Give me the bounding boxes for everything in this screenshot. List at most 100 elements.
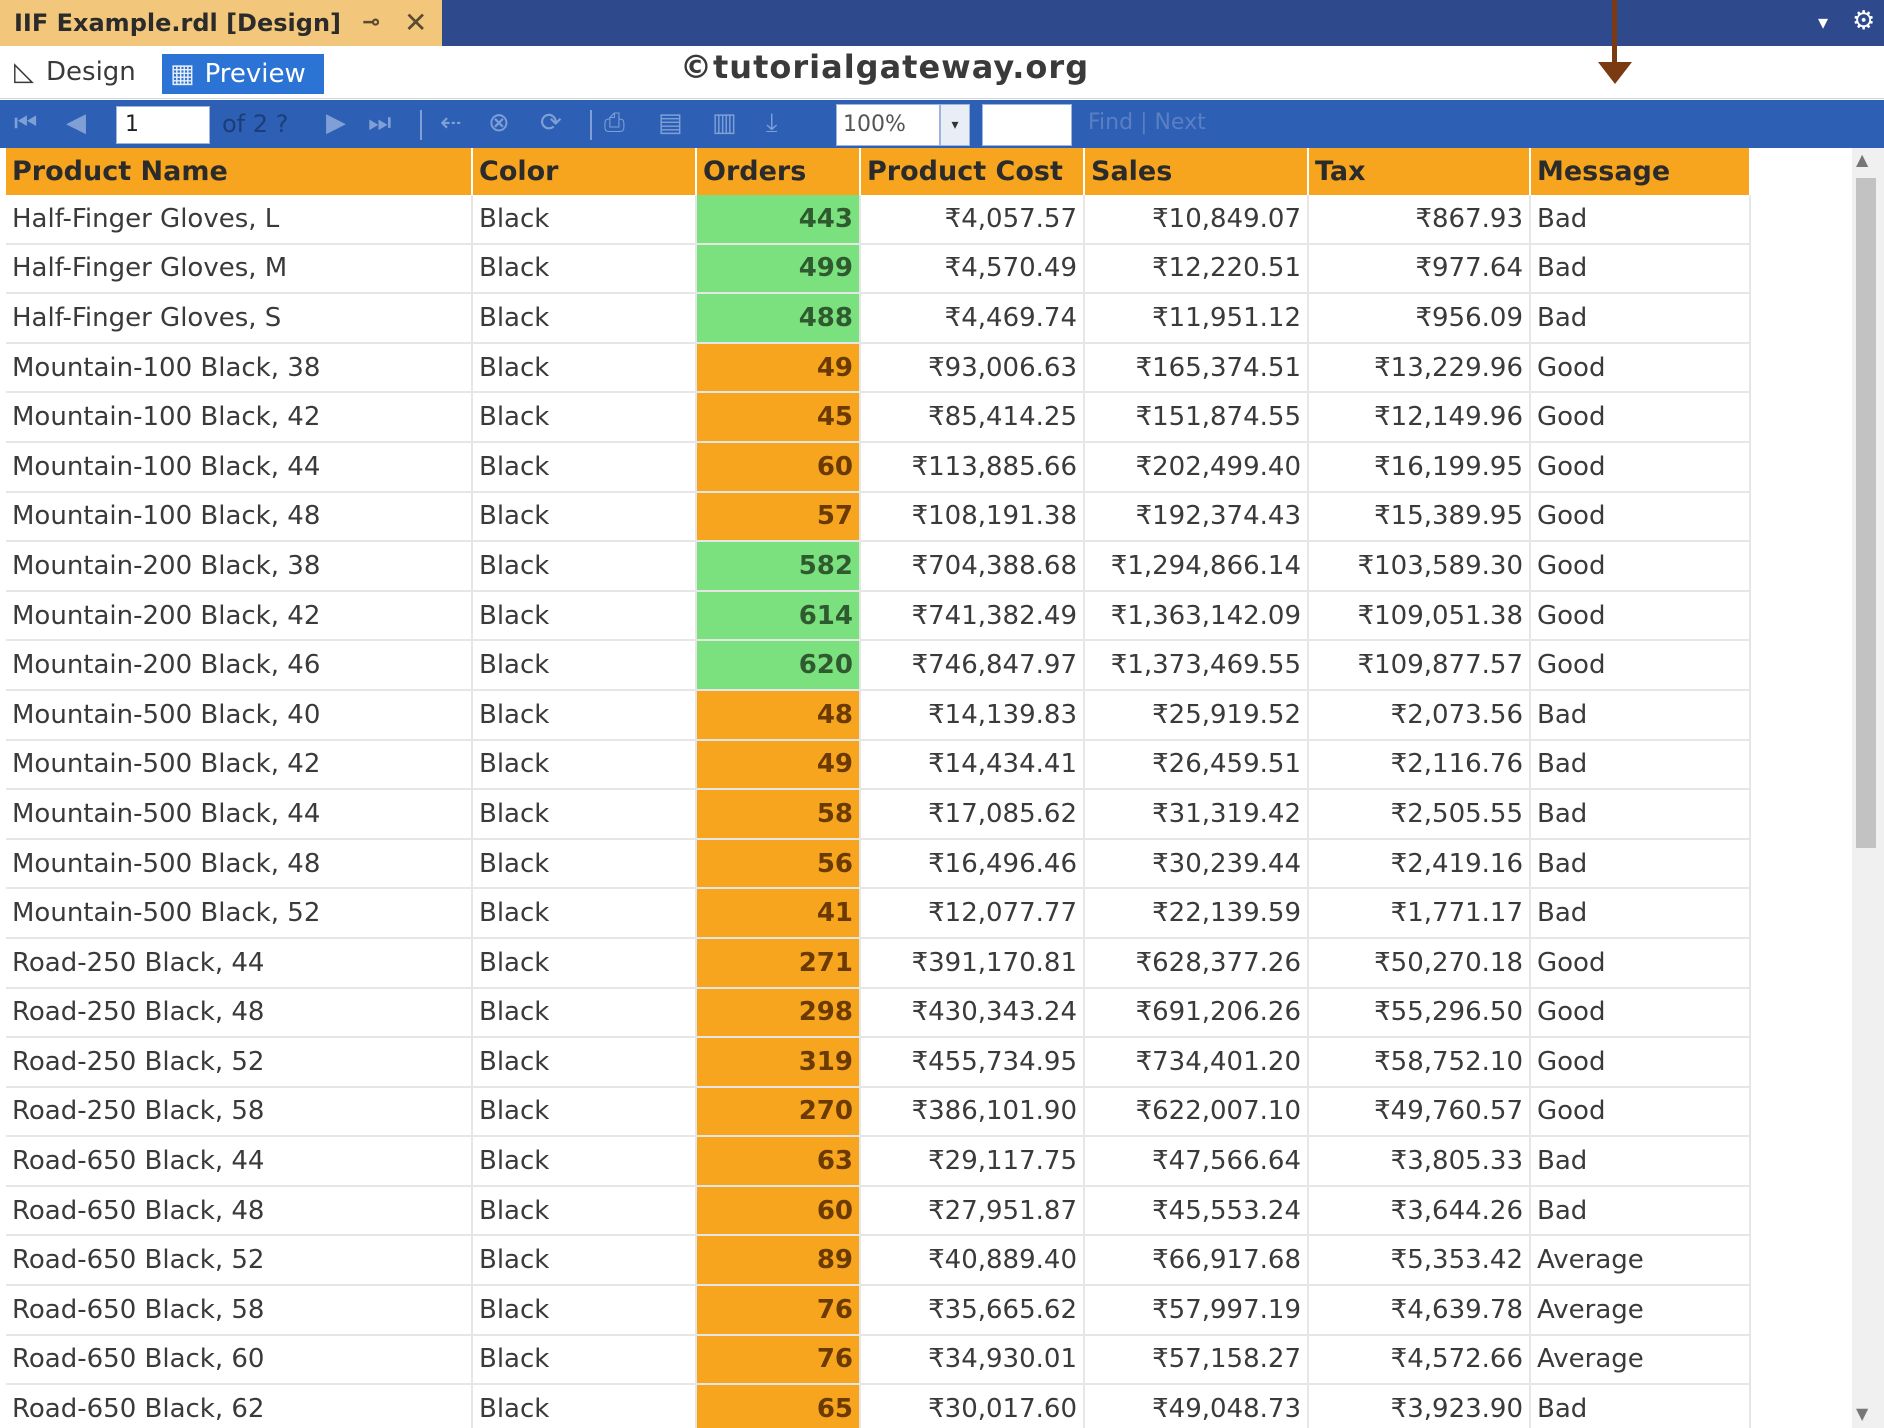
table-row: Mountain-500 Black, 52 Black 41 ₹12,077.77 ₹… — [6, 888, 1751, 939]
cell-color: Black — [472, 1037, 697, 1088]
cell-tax: ₹58,752.10 — [1308, 1037, 1531, 1088]
cell-message: Bad — [1530, 838, 1751, 890]
zoom-select[interactable]: 100% — [836, 104, 940, 146]
scrollbar-thumb[interactable] — [1856, 178, 1876, 848]
cell-sales: ₹26,459.51 — [1084, 739, 1309, 791]
cell-sales: ₹45,553.24 — [1084, 1185, 1309, 1237]
refresh-icon[interactable]: ⟳ — [540, 108, 562, 138]
column-header-tax: Tax — [1308, 148, 1531, 195]
previous-page-icon[interactable]: ◀ — [66, 108, 86, 138]
cell-orders: 49 — [696, 342, 861, 394]
cell-orders: 45 — [696, 392, 861, 443]
cell-orders: 270 — [696, 1086, 861, 1138]
cell-orders: 49 — [696, 739, 861, 791]
cell-color: Black — [472, 293, 697, 344]
dropdown-arrow-icon[interactable]: ▾ — [1818, 10, 1828, 34]
chevron-down-icon[interactable]: ▾ — [940, 104, 970, 146]
print-icon[interactable]: ⎙ — [604, 108, 625, 139]
print-layout-icon[interactable]: ▤ — [658, 108, 683, 138]
cell-product-name: Road-650 Black, 52 — [6, 1235, 473, 1287]
find-next-link[interactable]: Find | Next — [1088, 110, 1206, 135]
cell-message: Good — [1530, 342, 1751, 394]
cell-tax: ₹49,760.57 — [1308, 1086, 1531, 1138]
cell-product-name: Mountain-100 Black, 48 — [6, 491, 473, 543]
cell-tax: ₹15,389.95 — [1308, 491, 1531, 543]
table-row: Road-250 Black, 48 Black 298 ₹430,343.24 ₹69… — [6, 987, 1751, 1039]
export-icon[interactable]: ⤓ — [766, 108, 778, 139]
cell-product-cost: ₹93,006.63 — [860, 342, 1085, 394]
cell-color: Black — [472, 392, 697, 443]
document-tab[interactable]: IIF Example.rdl [Design] ⊸ ✕ — [0, 0, 442, 46]
close-icon[interactable]: ✕ — [404, 6, 427, 39]
first-page-icon[interactable]: ⏮ — [14, 108, 37, 139]
cell-orders: 499 — [696, 243, 861, 295]
table-row: Road-650 Black, 48 Black 60 ₹27,951.87 ₹45,5… — [6, 1185, 1751, 1237]
column-header-color: Color — [472, 148, 697, 195]
cell-product-name: Road-650 Black, 48 — [6, 1185, 473, 1237]
cell-product-name: Mountain-500 Black, 52 — [6, 888, 473, 939]
find-input[interactable] — [982, 104, 1072, 146]
cell-tax: ₹13,229.96 — [1308, 342, 1531, 394]
cell-product-cost: ₹12,077.77 — [860, 888, 1085, 939]
gear-icon[interactable]: ⚙ — [1852, 6, 1875, 36]
pin-icon[interactable]: ⊸ — [362, 10, 380, 35]
cell-message: Bad — [1530, 1384, 1751, 1428]
table-row: Half-Finger Gloves, S Black 488 ₹4,469.74 ₹1… — [6, 293, 1751, 344]
cell-tax: ₹2,116.76 — [1308, 739, 1531, 791]
cell-message: Bad — [1530, 689, 1751, 741]
cell-message: Average — [1530, 1334, 1751, 1386]
table-body: Half-Finger Gloves, L Black 443 ₹4,057.57 ₹1… — [6, 195, 1751, 1428]
cell-message: Bad — [1530, 789, 1751, 840]
cell-sales: ₹192,374.43 — [1084, 491, 1309, 543]
cell-tax: ₹2,419.16 — [1308, 838, 1531, 890]
cell-sales: ₹1,363,142.09 — [1084, 590, 1309, 642]
cell-product-cost: ₹34,930.01 — [860, 1334, 1085, 1386]
page-number-input[interactable]: 1 — [116, 106, 210, 144]
back-icon[interactable]: ⇠ — [440, 108, 462, 138]
preview-tab[interactable]: ▦ Preview — [162, 54, 324, 94]
cell-message: Good — [1530, 640, 1751, 691]
table-row: Half-Finger Gloves, L Black 443 ₹4,057.57 ₹1… — [6, 195, 1751, 245]
stop-icon[interactable]: ⊗ — [488, 108, 510, 138]
scroll-down-icon[interactable]: ▼ — [1856, 1404, 1868, 1423]
scroll-up-icon[interactable]: ▲ — [1856, 150, 1868, 169]
cell-product-name: Mountain-500 Black, 42 — [6, 739, 473, 791]
cell-product-name: Half-Finger Gloves, S — [6, 293, 473, 344]
preview-tab-label: Preview — [204, 59, 306, 89]
cell-message: Average — [1530, 1285, 1751, 1336]
page-setup-icon[interactable]: ▥ — [712, 108, 737, 138]
next-page-icon[interactable]: ▶ — [326, 108, 346, 138]
cell-message: Bad — [1530, 195, 1751, 245]
cell-message: Good — [1530, 541, 1751, 592]
cell-color: Black — [472, 689, 697, 741]
cell-product-name: Road-650 Black, 58 — [6, 1285, 473, 1336]
design-tab[interactable]: ◺ Design — [14, 54, 136, 90]
cell-message: Good — [1530, 491, 1751, 543]
cell-message: Good — [1530, 590, 1751, 642]
cell-product-cost: ₹85,414.25 — [860, 392, 1085, 443]
cell-product-cost: ₹29,117.75 — [860, 1136, 1085, 1187]
cell-orders: 582 — [696, 541, 861, 592]
cell-orders: 76 — [696, 1285, 861, 1336]
cell-product-cost: ₹14,139.83 — [860, 689, 1085, 741]
cell-tax: ₹109,877.57 — [1308, 640, 1531, 691]
cell-product-name: Mountain-100 Black, 44 — [6, 441, 473, 493]
cell-message: Bad — [1530, 293, 1751, 344]
cell-color: Black — [472, 590, 697, 642]
table-row: Mountain-200 Black, 38 Black 582 ₹704,388.6… — [6, 541, 1751, 592]
cell-tax: ₹956.09 — [1308, 293, 1531, 344]
cell-product-cost: ₹113,885.66 — [860, 441, 1085, 493]
cell-product-name: Mountain-200 Black, 46 — [6, 640, 473, 691]
cell-product-cost: ₹430,343.24 — [860, 987, 1085, 1039]
cell-color: Black — [472, 1285, 697, 1336]
cell-product-name: Mountain-100 Black, 38 — [6, 342, 473, 394]
cell-product-name: Road-250 Black, 52 — [6, 1037, 473, 1088]
cell-product-cost: ₹16,496.46 — [860, 838, 1085, 890]
last-page-icon[interactable]: ⏭ — [368, 108, 391, 139]
cell-product-name: Half-Finger Gloves, L — [6, 195, 473, 245]
document-tab-strip: IIF Example.rdl [Design] ⊸ ✕ ▾ ⚙ — [0, 0, 1884, 46]
cell-product-cost: ₹455,734.95 — [860, 1037, 1085, 1088]
document-tab-title: IIF Example.rdl [Design] — [14, 9, 341, 37]
toolbar-separator — [590, 110, 592, 140]
cell-message: Good — [1530, 1086, 1751, 1138]
